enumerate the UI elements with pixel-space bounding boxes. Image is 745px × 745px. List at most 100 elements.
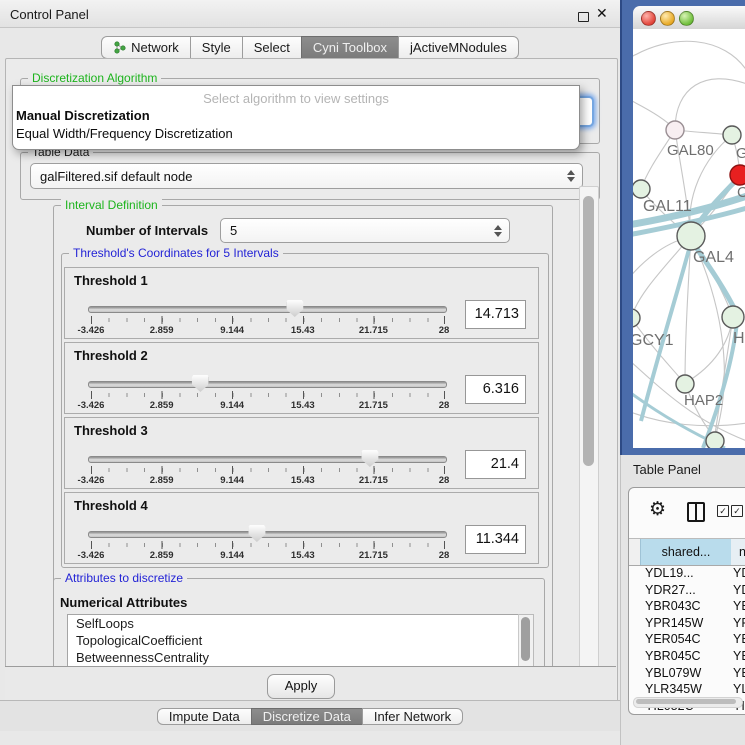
node-label: GAL80: [667, 142, 714, 159]
node-bottom[interactable]: [706, 432, 724, 448]
node-gal80[interactable]: [666, 121, 684, 139]
node-gcy1[interactable]: [633, 309, 640, 327]
number-of-intervals-combobox[interactable]: 5: [220, 218, 510, 243]
bottom-tab-bar: Impute Data Discretize Data Infer Networ…: [0, 700, 620, 731]
list-scrollbar[interactable]: [518, 614, 534, 666]
tab-impute-data[interactable]: Impute Data: [157, 708, 252, 725]
stepper-icon: [494, 225, 502, 237]
group-title: Discretization Algorithm: [28, 71, 161, 85]
table-row[interactable]: YBR043CYBR0: [629, 599, 745, 616]
threshold-2-slider[interactable]: -3.4262.8599.14415.4321.71528: [91, 375, 444, 411]
table-row[interactable]: YPR145WYPR1: [629, 616, 745, 633]
network-window-titlebar: [633, 6, 745, 30]
threshold-label: Threshold 4: [74, 498, 148, 513]
list-item[interactable]: SelfLoops: [68, 615, 518, 632]
threshold-2-panel: Threshold 2 -3.4262.8599.14415.4321.7152…: [64, 342, 539, 414]
dropdown-hint: Select algorithm to view settings: [13, 91, 579, 106]
threshold-4-slider[interactable]: -3.4262.8599.14415.4321.71528: [91, 525, 444, 561]
slider-thumb[interactable]: [286, 300, 303, 317]
table-panel-title: Table Panel: [633, 462, 701, 477]
slider-track[interactable]: [88, 456, 447, 463]
group-title: Threshold's Coordinates for 5 Intervals: [69, 246, 283, 260]
threshold-1-value-field[interactable]: 14.713: [465, 300, 526, 329]
tab-discretize-data[interactable]: Discretize Data: [251, 708, 363, 725]
stepper-icon: [567, 170, 575, 182]
slider-tick-labels: -3.4262.8599.14415.4321.71528: [91, 550, 444, 561]
table-row[interactable]: YBR045CYBR0: [629, 649, 745, 666]
slider-track[interactable]: [88, 531, 447, 538]
list-item[interactable]: TopologicalCoefficient: [68, 632, 518, 649]
node-label: C: [737, 184, 745, 201]
slider-ticks: [91, 391, 445, 399]
threshold-label: Threshold 2: [74, 348, 148, 363]
node-top-right[interactable]: [723, 126, 741, 144]
network-canvas[interactable]: GAL80 G GAL11 C GAL4 GCY1 H HAP2: [633, 29, 745, 448]
group-title: Attributes to discretize: [61, 571, 187, 585]
panel-scrollbar[interactable]: [579, 186, 599, 668]
threshold-label: Threshold 1: [74, 273, 148, 288]
table-row[interactable]: YDR27...YDR2: [629, 583, 745, 600]
gear-icon[interactable]: ⚙: [649, 498, 666, 521]
node-gal11[interactable]: [633, 180, 650, 198]
slider-tick-labels: -3.4262.8599.14415.4321.71528: [91, 400, 444, 411]
node-label: HAP2: [684, 392, 723, 409]
node-gal4[interactable]: [677, 222, 705, 250]
dropdown-item-equal-width-frequency[interactable]: Equal Width/Frequency Discretization: [15, 126, 233, 141]
checkbox-icon[interactable]: ✓: [731, 505, 743, 517]
threshold-2-value-field[interactable]: 6.316: [465, 375, 526, 404]
node-label: GCY1: [633, 332, 674, 349]
group-title: Interval Definition: [61, 198, 162, 212]
node-h[interactable]: [722, 306, 744, 328]
threshold-1-panel: Threshold 1 -3.4262.8599.14415.4321.7152…: [64, 267, 539, 339]
threshold-4-value-field[interactable]: 11.344: [465, 525, 526, 554]
column-header-name[interactable]: na: [731, 539, 745, 565]
threshold-label: Threshold 3: [74, 423, 148, 438]
threshold-3-value-field[interactable]: 21.4: [465, 450, 526, 479]
apply-row: Apply: [5, 667, 616, 700]
list-scrollbar-thumb[interactable]: [521, 617, 530, 661]
node-red[interactable]: [730, 165, 745, 185]
numerical-attributes-list[interactable]: SelfLoops TopologicalCoefficient Between…: [67, 614, 519, 666]
slider-track[interactable]: [88, 381, 447, 388]
table-row[interactable]: YER054CYER0: [629, 632, 745, 649]
number-of-intervals-label: Number of Intervals: [86, 223, 208, 238]
slider-ticks: [91, 541, 445, 549]
node-hap2[interactable]: [676, 375, 694, 393]
table-horizontal-scrollbar[interactable]: [633, 697, 743, 708]
table-row[interactable]: YBL079WYBL0: [629, 666, 745, 683]
checkbox-icon[interactable]: ✓: [717, 505, 729, 517]
table-data-combobox[interactable]: galFiltered.sif default node: [30, 163, 583, 189]
table-panel: ⚙ ✓ ✓ shared... na YDL19...YDL1 YDR27...…: [628, 487, 745, 715]
close-traffic-light-icon[interactable]: [641, 11, 656, 26]
table-row[interactable]: YDL19...YDL1: [629, 566, 745, 583]
panel-scrollbar-thumb[interactable]: [583, 196, 594, 466]
slider-tick-labels: -3.4262.8599.14415.4321.71528: [91, 325, 444, 336]
slider-ticks: [91, 466, 445, 474]
tab-infer-network[interactable]: Infer Network: [362, 708, 463, 725]
numerical-attributes-label: Numerical Attributes: [60, 595, 187, 610]
apply-button[interactable]: Apply: [267, 674, 335, 699]
slider-thumb[interactable]: [361, 450, 378, 467]
list-item[interactable]: BetweennessCentrality: [68, 649, 518, 666]
threshold-1-slider[interactable]: -3.4262.8599.14415.4321.71528: [91, 300, 444, 336]
threshold-4-panel: Threshold 4 -3.4262.8599.14415.4321.7152…: [64, 492, 539, 564]
threshold-3-slider[interactable]: -3.4262.8599.14415.4321.71528: [91, 450, 444, 486]
slider-track[interactable]: [88, 306, 447, 313]
node-label: H: [733, 330, 745, 347]
slider-ticks: [91, 316, 445, 324]
dropdown-item-manual-discretization[interactable]: Manual Discretization: [15, 108, 150, 123]
algorithm-dropdown-popup: Select algorithm to view settings Manual…: [12, 85, 580, 150]
column-header-shared[interactable]: shared...: [640, 539, 732, 565]
zoom-traffic-light-icon[interactable]: [679, 11, 694, 26]
threshold-3-panel: Threshold 3 -3.4262.8599.14415.4321.7152…: [64, 417, 539, 489]
slider-thumb[interactable]: [248, 525, 265, 542]
table-scrollbar-thumb[interactable]: [636, 699, 736, 704]
columns-icon[interactable]: [687, 502, 705, 522]
slider-thumb[interactable]: [192, 375, 209, 392]
combo-value: 5: [230, 223, 237, 238]
node-label: GAL11: [643, 198, 692, 215]
node-label: G: [736, 145, 745, 162]
slider-tick-labels: -3.4262.8599.14415.4321.71528: [91, 475, 444, 486]
node-label: GAL4: [693, 249, 734, 266]
minimize-traffic-light-icon[interactable]: [660, 11, 675, 26]
